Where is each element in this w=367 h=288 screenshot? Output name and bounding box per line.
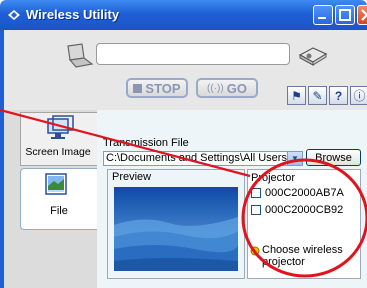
app-logo-icon xyxy=(6,7,22,23)
path-dropdown-button[interactable]: ▼ xyxy=(287,151,303,166)
chevron-down-icon: ▼ xyxy=(291,154,299,163)
settings-icon: ✎ xyxy=(312,88,323,103)
preview-label: Preview xyxy=(112,171,152,183)
screen-image-icon xyxy=(45,115,75,141)
maximize-button[interactable] xyxy=(335,5,355,25)
file-path-field[interactable]: C:\Documents and Settings\All Users xyxy=(103,151,288,166)
info-icon: ⓘ xyxy=(353,89,366,103)
projector-checkbox[interactable] xyxy=(251,205,261,215)
network-icon: ⚑ xyxy=(291,88,302,103)
help-button[interactable]: ? xyxy=(329,86,348,105)
projector-item[interactable]: 000C2000CB92 xyxy=(251,203,361,217)
choose-projector-hint: Choose wireless projector xyxy=(262,244,343,268)
tab-screen-image-label: Screen Image xyxy=(25,146,91,158)
projector-name: 000C2000CB92 xyxy=(265,204,344,216)
close-button[interactable] xyxy=(357,5,367,25)
help-icon: ? xyxy=(334,88,343,103)
connection-target-field xyxy=(96,43,290,65)
projector-label: Projector xyxy=(251,172,296,184)
browse-button[interactable]: Browse xyxy=(306,149,361,166)
minimize-button[interactable] xyxy=(313,5,333,25)
wireless-signal-icon: ((·)) xyxy=(207,82,224,94)
go-button[interactable]: ((·)) GO xyxy=(196,78,258,98)
transmission-file-label: Transmission File xyxy=(103,137,189,149)
projector-item[interactable]: 000C2000AB7A xyxy=(251,186,361,200)
window-title: Wireless Utility xyxy=(26,7,120,22)
file-icon xyxy=(44,172,70,198)
stop-button[interactable]: STOP xyxy=(126,78,188,98)
settings-button[interactable]: ✎ xyxy=(308,86,327,105)
stop-label: STOP xyxy=(145,80,181,96)
tab-file-label: File xyxy=(50,205,68,217)
hint-icon xyxy=(250,246,260,256)
go-label: GO xyxy=(226,80,247,96)
projector-icon xyxy=(297,45,329,67)
laptop-icon xyxy=(60,42,94,70)
preview-image xyxy=(114,187,238,271)
network-button[interactable]: ⚑ xyxy=(287,86,306,105)
projector-name: 000C2000AB7A xyxy=(265,187,344,199)
projector-checkbox[interactable] xyxy=(251,188,261,198)
stop-icon xyxy=(133,83,143,93)
info-button[interactable]: ⓘ xyxy=(350,86,367,105)
